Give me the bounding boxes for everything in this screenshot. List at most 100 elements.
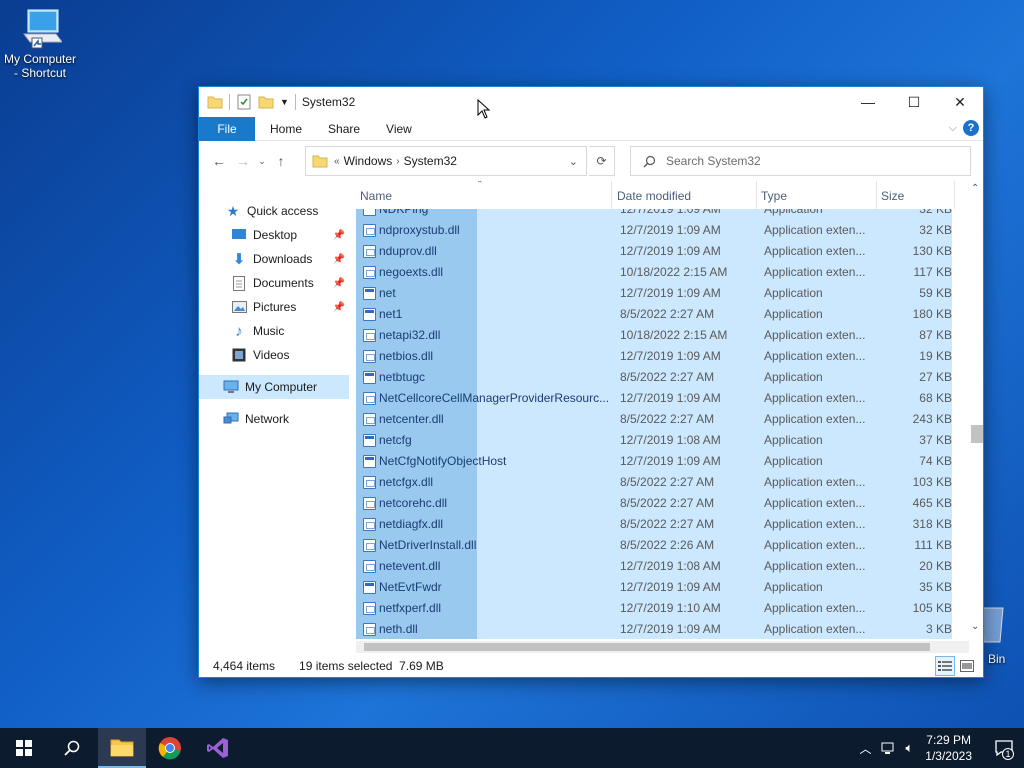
tab-view[interactable]: View [373,117,425,141]
dll-file-icon [363,266,376,279]
tab-home[interactable]: Home [257,117,315,141]
vertical-scrollbar[interactable]: ⌃ ⌄ [969,181,983,639]
column-header-type[interactable]: Type [757,181,877,209]
minimize-button[interactable]: — [845,87,891,117]
details-view-button[interactable] [935,656,955,676]
system-tray: ︿ 🔈︎ 7:29 PM 1/3/2023 1 [859,728,1024,768]
nav-item-music[interactable]: ♪ Music [199,319,349,343]
clock[interactable]: 7:29 PM 1/3/2023 [925,732,972,764]
show-hidden-icons-icon[interactable]: ︿ [859,740,871,757]
nav-item-label: Downloads [253,252,313,266]
customize-quick-access-icon[interactable]: ▼ [280,97,289,107]
dll-file-icon [363,602,376,615]
start-button[interactable] [0,728,48,768]
tab-share[interactable]: Share [315,117,373,141]
back-icon[interactable]: ← [207,153,231,169]
file-name: netevent.dll [379,559,441,573]
file-row[interactable]: netbtugc 8/5/2022 2:27 AM Application 27 KB [356,367,952,388]
scrollbar-thumb[interactable] [971,425,983,443]
column-header-size[interactable]: Size [877,181,955,209]
file-row[interactable]: netcenter.dll 8/5/2022 2:27 AM Application… [356,409,952,430]
details-view-icon [938,661,952,671]
file-size: 35 KB [919,580,952,594]
column-header-date[interactable]: Date modified [613,181,757,209]
file-row[interactable]: NetCfgNotifyObjectHost 12/7/2019 1:09 AM A… [356,451,952,472]
up-icon[interactable]: ↑ [269,153,293,169]
tab-file[interactable]: File [199,116,255,141]
pin-icon[interactable]: 📌 [333,254,345,265]
search-box[interactable] [630,146,971,176]
file-row[interactable]: NetCellcoreCellManagerProviderResourc...… [356,388,952,409]
pin-icon[interactable]: 📌 [333,230,345,241]
close-button[interactable]: ✕ [937,87,983,117]
file-row[interactable]: netevent.dll 12/7/2019 1:08 AM Application… [356,556,952,577]
scroll-up-icon[interactable]: ⌃ [971,183,979,194]
file-row[interactable]: netapi32.dll 10/18/2022 2:15 AM Applicatio… [356,325,952,346]
maximize-button[interactable]: ☐ [891,87,937,117]
scroll-down-icon[interactable]: ⌄ [971,621,979,632]
nav-item-videos[interactable]: Videos [199,343,349,367]
horizontal-scrollbar[interactable] [356,641,969,653]
nav-item-my-computer[interactable]: My Computer [199,375,349,399]
file-row[interactable]: net 12/7/2019 1:09 AM Application 59 KB [356,283,952,304]
pin-icon[interactable]: 📌 [333,278,345,289]
nav-item-pictures[interactable]: Pictures 📌 [199,295,349,319]
search-input[interactable] [666,154,946,168]
volume-icon[interactable]: 🔈︎ [905,740,913,756]
pin-icon[interactable]: 📌 [333,302,345,313]
file-row[interactable]: netcfgx.dll 8/5/2022 2:27 AM Application e… [356,472,952,493]
breadcrumb-windows[interactable]: Windows [344,154,393,168]
recent-locations-icon[interactable]: ⌄ [255,156,269,167]
properties-icon[interactable] [236,94,252,110]
breadcrumb-separator-icon[interactable]: › [396,156,399,167]
large-icons-view-button[interactable] [957,656,977,676]
file-row[interactable]: NetEvtFwdr 12/7/2019 1:09 AM Application 35… [356,577,952,598]
title-bar[interactable]: ▼ System32 — ☐ ✕ [199,87,983,117]
taskbar-chrome[interactable] [146,728,194,768]
file-row[interactable]: NDKPing 12/7/2019 1:09 AM Application 32 KB [356,209,952,220]
taskbar-visual-studio[interactable] [194,728,242,768]
nav-item-documents[interactable]: Documents 📌 [199,271,349,295]
scrollbar-thumb[interactable] [364,643,930,651]
forward-icon[interactable]: → [231,153,255,169]
file-row[interactable]: netcfg 12/7/2019 1:08 AM Application 37 KB [356,430,952,451]
file-row[interactable]: nduprov.dll 12/7/2019 1:09 AM Application … [356,241,952,262]
column-header-name[interactable]: Name [356,181,612,209]
file-row[interactable]: netdiagfx.dll 8/5/2022 2:27 AM Application… [356,514,952,535]
file-row[interactable]: negoexts.dll 10/18/2022 2:15 AM Applicatio… [356,262,952,283]
help-icon[interactable]: ? [963,120,979,136]
nav-item-desktop[interactable]: Desktop 📌 [199,223,349,247]
nav-item-network[interactable]: Network [199,407,349,431]
file-type: Application [764,307,823,321]
file-name: ndproxystub.dll [379,223,460,237]
refresh-button[interactable]: ⟳ [589,146,615,176]
file-row[interactable]: net1 8/5/2022 2:27 AM Application 180 KB [356,304,952,325]
desktop-icon-my-computer[interactable]: My Computer - Shortcut [0,8,80,80]
desktop-icon [231,227,247,243]
file-date-modified: 8/5/2022 2:27 AM [620,496,715,510]
search-button[interactable] [48,728,96,768]
chevron-down-icon[interactable]: ⌄ [569,155,578,168]
address-bar[interactable]: « Windows › System32 ⌄ [305,146,587,176]
expand-ribbon-icon[interactable]: ⌵ [949,122,957,135]
network-status-icon[interactable] [881,741,897,755]
action-center-button[interactable]: 1 [984,728,1024,768]
nav-item-quick-access[interactable]: ★ Quick access [199,199,349,223]
folder-icon [312,155,328,168]
breadcrumb-system32[interactable]: System32 [404,154,457,168]
file-explorer-window: ▼ System32 — ☐ ✕ File Home Share View ⌵ … [198,86,984,678]
new-folder-icon[interactable] [258,94,274,110]
nav-item-label: Quick access [247,204,319,218]
chevron-left-double-icon[interactable]: « [334,156,340,167]
file-row[interactable]: ndproxystub.dll 12/7/2019 1:09 AM Applicat… [356,220,952,241]
selection-info: 19 items selected 7.69 MB [299,659,444,673]
file-row[interactable]: NetDriverInstall.dll 8/5/2022 2:26 AM Appl… [356,535,952,556]
file-size: 32 KB [919,209,952,216]
application-icon [363,287,376,300]
file-row[interactable]: neth.dll 12/7/2019 1:09 AM Application ext… [356,619,952,639]
file-row[interactable]: netfxperf.dll 12/7/2019 1:10 AM Applicatio… [356,598,952,619]
nav-item-downloads[interactable]: ⬇ Downloads 📌 [199,247,349,271]
taskbar-file-explorer[interactable] [98,728,146,768]
file-row[interactable]: netbios.dll 12/7/2019 1:09 AM Application … [356,346,952,367]
file-row[interactable]: netcorehc.dll 8/5/2022 2:27 AM Application… [356,493,952,514]
